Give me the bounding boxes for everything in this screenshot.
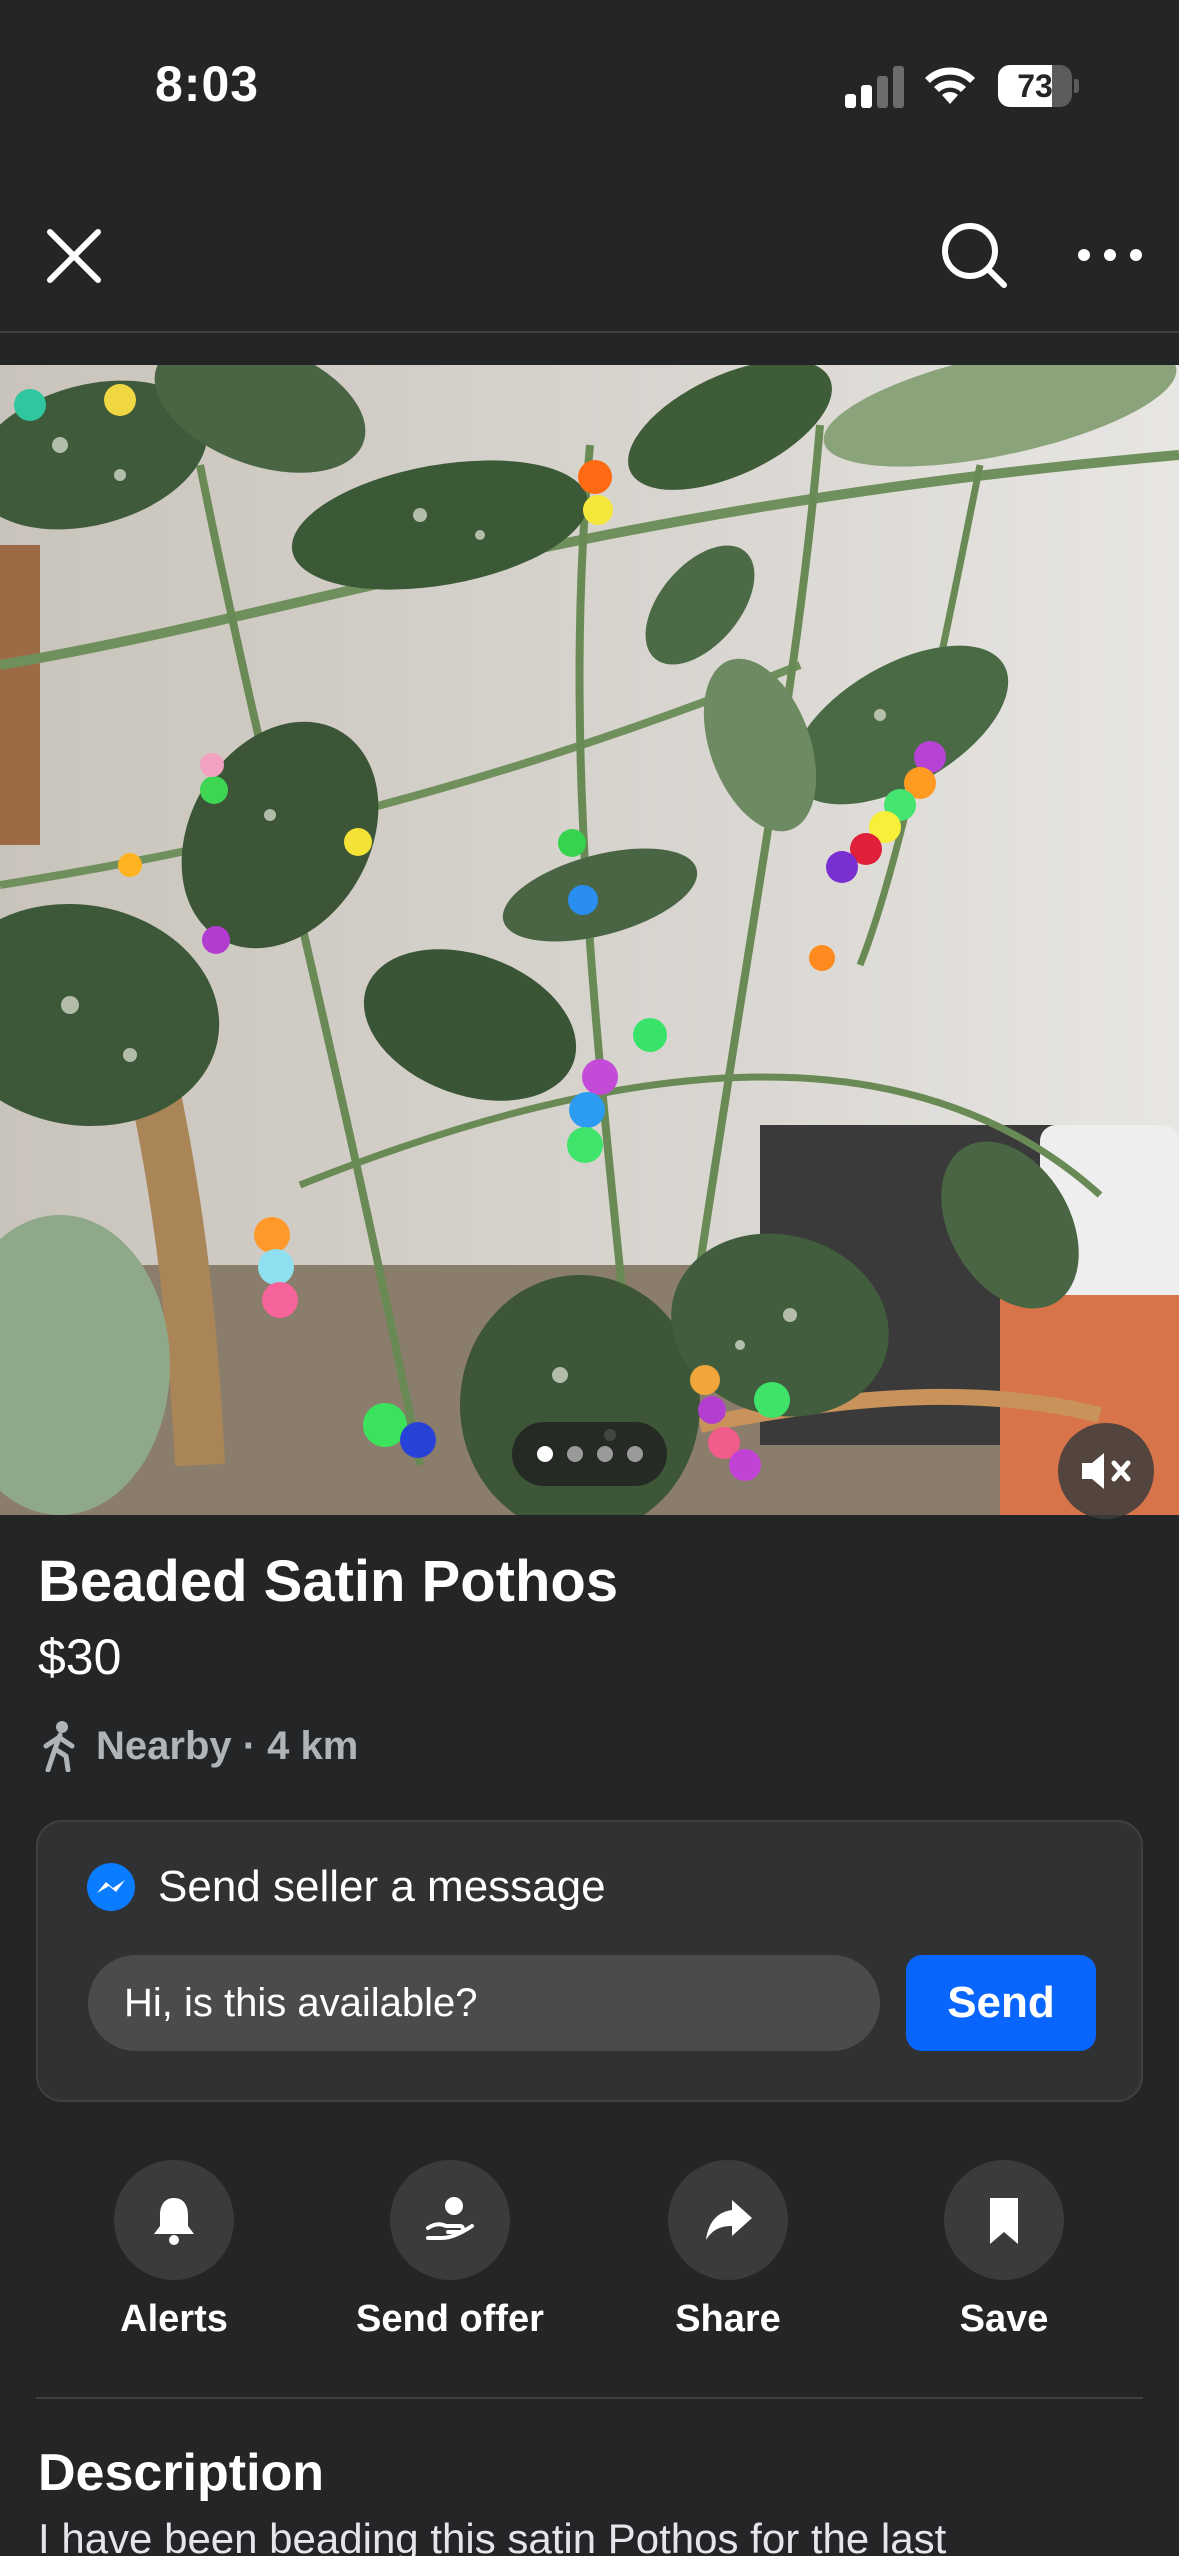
alerts-label: Alerts	[120, 2298, 228, 2340]
send-button[interactable]: Send	[906, 1955, 1096, 2051]
message-header: Send seller a message	[86, 1862, 606, 1912]
share-button[interactable]: Share	[588, 2160, 868, 2360]
message-header-label: Send seller a message	[158, 1862, 606, 1911]
carousel-dot	[536, 1446, 553, 1462]
carousel-dot	[596, 1446, 613, 1462]
top-navigation-bar	[0, 175, 1179, 333]
messenger-icon	[87, 1863, 135, 1911]
status-bar: 8:03 73	[0, 0, 1179, 175]
message-seller-card: Send seller a message Send	[36, 1820, 1143, 2102]
battery-percent: 73	[1017, 68, 1053, 104]
location-row: Nearby · 4 km	[38, 1718, 358, 1774]
walking-person-icon	[43, 1721, 75, 1772]
description-text: I have been beading this satin Pothos fo…	[38, 2515, 947, 2556]
search-icon[interactable]	[934, 215, 1014, 295]
send-offer-label: Send offer	[356, 2298, 544, 2340]
wifi-icon	[925, 67, 975, 104]
message-input[interactable]	[88, 1955, 880, 2051]
section-divider	[36, 2397, 1143, 2399]
carousel-dot	[566, 1446, 583, 1462]
speaker-muted-icon	[1082, 1453, 1131, 1489]
offer-icon	[426, 2197, 474, 2240]
listing-title: Beaded Satin Pothos	[38, 1549, 619, 1614]
status-time: 8:03	[155, 56, 260, 112]
action-buttons-row: Alerts Send offer Share Save	[0, 2160, 1179, 2360]
description-heading: Description	[38, 2444, 325, 2502]
bell-icon	[154, 2198, 194, 2245]
share-label: Share	[675, 2298, 781, 2340]
mute-button[interactable]	[1058, 1423, 1154, 1519]
product-photo[interactable]	[0, 365, 1179, 1515]
bookmark-icon	[990, 2198, 1018, 2244]
location-distance: Nearby · 4 km	[96, 1723, 359, 1768]
save-button[interactable]: Save	[864, 2160, 1144, 2360]
more-horizontal-icon[interactable]	[1070, 225, 1150, 285]
product-photo-illustration	[0, 365, 1179, 1515]
alerts-button[interactable]: Alerts	[34, 2160, 314, 2360]
save-label: Save	[959, 2298, 1049, 2340]
send-offer-button[interactable]: Send offer	[310, 2160, 590, 2360]
close-icon[interactable]	[38, 220, 110, 292]
share-icon	[706, 2200, 752, 2240]
cellular-signal-icon	[845, 66, 904, 108]
listing-price: $30	[38, 1629, 122, 1685]
carousel-indicator	[512, 1422, 667, 1486]
battery-indicator: 73	[998, 65, 1079, 107]
carousel-dot	[626, 1446, 643, 1462]
